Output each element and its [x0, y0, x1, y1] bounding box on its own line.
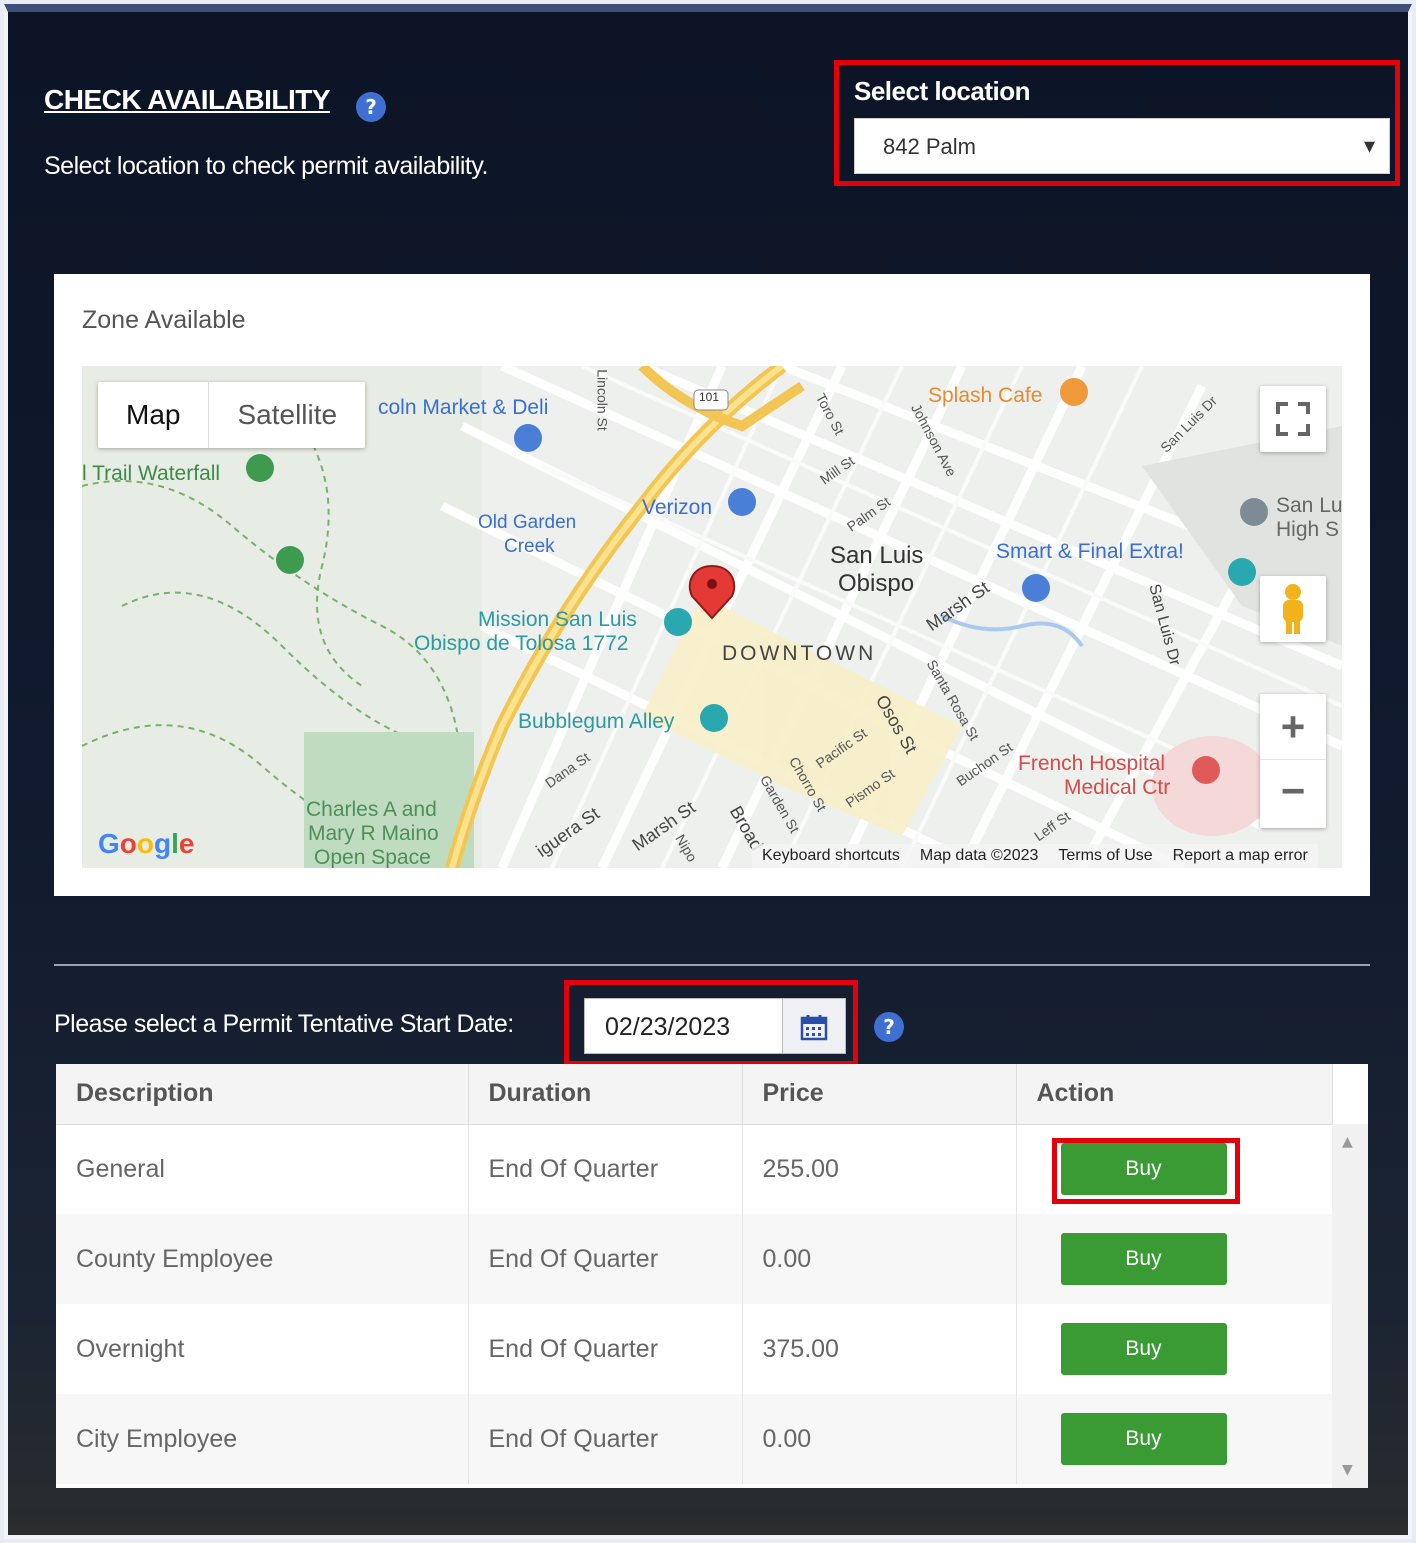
map-type-map-button[interactable]: Map — [98, 382, 210, 448]
table-row: City Employee End Of Quarter 0.00 Buy — [56, 1394, 1333, 1484]
pegman-icon — [1283, 584, 1303, 634]
table-row: County Employee End Of Quarter 0.00 Buy — [56, 1214, 1333, 1304]
map-label-mission: Mission San Luis — [478, 608, 637, 631]
start-date-input[interactable]: 02/23/2023 — [584, 998, 784, 1054]
page-title: CHECK AVAILABILITY — [44, 84, 331, 115]
start-date-label: Please select a Permit Tentative Start D… — [54, 1010, 514, 1038]
chevron-down-icon: ▾ — [1363, 134, 1375, 159]
table-header-row: Description Duration Price Action — [56, 1064, 1333, 1125]
table-row: Overnight End Of Quarter 375.00 Buy — [56, 1304, 1333, 1394]
terms-of-use-link[interactable]: Terms of Use — [1058, 844, 1152, 868]
calendar-button[interactable] — [782, 998, 846, 1054]
map-label-french-hospital: French Hospital — [1018, 752, 1166, 775]
keyboard-shortcuts-link[interactable]: Keyboard shortcuts — [762, 844, 900, 868]
zoom-in-button[interactable]: + — [1260, 694, 1326, 760]
section-divider — [54, 964, 1370, 966]
map-label-creek: Creek — [504, 536, 555, 557]
buy-button[interactable]: Buy — [1060, 1233, 1227, 1285]
map-label-trail-waterfall: l Trail Waterfall — [82, 462, 221, 485]
calendar-icon — [800, 1014, 828, 1040]
map-label-slo-high-2: High S — [1276, 518, 1340, 541]
map-view[interactable]: coln Market & Deli l Trail Waterfall Old… — [82, 366, 1342, 868]
map-label-verizon: Verizon — [642, 496, 713, 519]
header-duration: Duration — [468, 1064, 743, 1125]
cell-duration: End Of Quarter — [468, 1394, 743, 1484]
map-card: Zone Available coln Market & Deli l Trai… — [54, 274, 1370, 896]
map-label-lincoln-st: Lincoln St — [594, 369, 611, 431]
location-label: Select location — [854, 76, 1031, 106]
map-label-smart-final: Smart & Final Extra! — [996, 540, 1184, 563]
map-label-bubblegum: Bubblegum Alley — [518, 710, 675, 733]
map-type-toggle: Map Satellite — [98, 382, 366, 448]
help-icon[interactable]: ? — [356, 92, 386, 122]
cell-price: 375.00 — [742, 1304, 1017, 1394]
location-selected-value: 842 Palm — [883, 134, 976, 159]
report-map-error-link[interactable]: Report a map error — [1173, 844, 1308, 868]
cell-price: 0.00 — [742, 1214, 1017, 1304]
map-label-hwy-101: 101 — [699, 390, 720, 404]
table-scrollbar[interactable]: ▲ ▼ — [1332, 1124, 1368, 1488]
map-label-charles: Charles A and — [306, 798, 437, 821]
header-description: Description — [56, 1064, 469, 1125]
map-label-slo-high-1: San Lu — [1276, 494, 1342, 517]
location-select[interactable]: 842 Palm ▾ — [854, 118, 1390, 174]
scroll-down-icon[interactable]: ▼ — [1342, 1462, 1353, 1478]
map-data-text: Map data ©2023 — [919, 847, 1039, 864]
map-label-lincoln-market: coln Market & Deli — [378, 396, 549, 419]
map-label-obispo: Obispo — [838, 570, 915, 597]
cell-description: County Employee — [56, 1214, 469, 1304]
map-type-satellite-button[interactable]: Satellite — [209, 382, 365, 448]
cell-description: City Employee — [56, 1394, 469, 1484]
cell-description: General — [56, 1124, 469, 1214]
cell-description: Overnight — [56, 1304, 469, 1394]
map-label-splash-cafe: Splash Cafe — [928, 384, 1043, 407]
cell-duration: End Of Quarter — [468, 1214, 743, 1304]
map-label-medical-ctr: Medical Ctr — [1064, 776, 1171, 799]
date-help-icon[interactable]: ? — [874, 1012, 904, 1042]
header-action: Action — [1016, 1064, 1333, 1125]
map-footer: Keyboard shortcuts Map data ©2023 Terms … — [752, 844, 1318, 868]
cell-duration: End Of Quarter — [468, 1304, 743, 1394]
cell-action: Buy — [1016, 1304, 1333, 1394]
map-label-mary: Mary R Maino — [308, 822, 439, 845]
fullscreen-button[interactable] — [1260, 386, 1326, 452]
cell-action: Buy — [1016, 1394, 1333, 1484]
buy-button[interactable]: Buy — [1060, 1323, 1227, 1375]
map-label-open-space: Open Space — [314, 846, 431, 868]
map-label-mission-2: Obispo de Tolosa 1772 — [414, 632, 629, 655]
map-label-downtown: DOWNTOWN — [722, 642, 877, 665]
map-label-slo: San Luis — [830, 542, 924, 569]
scroll-up-icon[interactable]: ▲ — [1342, 1134, 1353, 1150]
permit-table: Description Duration Price Action Genera… — [56, 1064, 1368, 1488]
zoom-out-button[interactable]: − — [1260, 760, 1326, 826]
header-price: Price — [742, 1064, 1017, 1125]
cell-price: 255.00 — [742, 1124, 1017, 1214]
google-logo: Google — [98, 828, 195, 859]
page-subtitle: Select location to check permit availabi… — [44, 152, 488, 180]
map-label-old-garden: Old Garden — [478, 512, 577, 533]
zone-available-label: Zone Available — [82, 306, 246, 334]
cell-price: 0.00 — [742, 1394, 1017, 1484]
buy-highlight-box — [1052, 1138, 1240, 1204]
buy-button[interactable]: Buy — [1060, 1413, 1227, 1465]
cell-duration: End Of Quarter — [468, 1124, 743, 1214]
page-frame: CHECK AVAILABILITY ? Select location to … — [4, 4, 1412, 1539]
fullscreen-icon — [1276, 402, 1310, 436]
street-view-button[interactable] — [1260, 576, 1326, 642]
cell-action: Buy — [1016, 1214, 1333, 1304]
zoom-controls: + − — [1260, 694, 1326, 828]
